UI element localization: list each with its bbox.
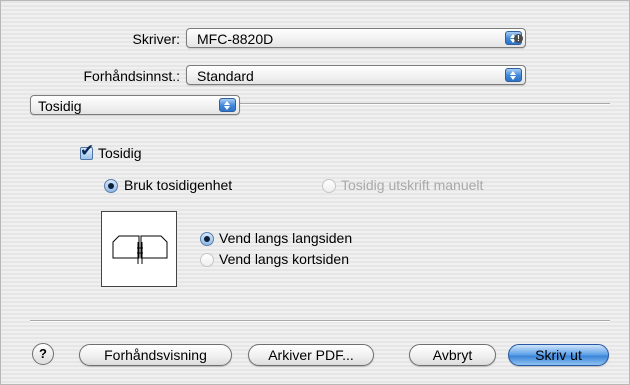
popup-arrows-icon [505,68,522,82]
panel-popup[interactable]: Tosidig [30,95,240,115]
printer-label: Skriver: [132,31,180,47]
print-button[interactable]: Skriv ut [508,344,609,366]
help-button[interactable]: ? [32,343,54,365]
separator-top [240,103,610,105]
use-duplex-unit-label: Bruk tosidigenhet [124,177,233,193]
presets-value: Standard [197,68,254,84]
separator-bottom [30,320,610,322]
checkmark-icon: ✔ [80,141,95,160]
cancel-button[interactable]: Avbryt [409,344,496,366]
printer-value: MFC-8820D [197,31,274,47]
duplex-checkbox[interactable]: ✔ [80,142,94,160]
short-edge-label: Vend langs kortsiden [219,251,349,267]
radio-manual-duplex[interactable] [322,179,336,193]
save-pdf-button[interactable]: Arkiver PDF... [248,344,374,366]
duplex-preview [101,211,177,287]
radio-short-edge[interactable] [200,253,214,267]
duplex-checkbox-label: Tosidig [98,145,142,161]
printer-status-icon[interactable]: ! [514,34,523,43]
presets-popup[interactable]: Standard [186,65,526,85]
popup-arrows-icon [219,98,236,112]
long-edge-label: Vend langs langsiden [219,230,353,246]
preview-button[interactable]: Forhåndsvisning [79,344,232,366]
radio-use-duplex-unit[interactable] [104,179,118,193]
presets-label: Forhåndsinnst.: [83,68,181,84]
printer-popup[interactable]: MFC-8820D [186,28,526,48]
book-binding-icon [112,235,168,264]
radio-long-edge[interactable] [200,232,214,246]
manual-duplex-label: Tosidig utskrift manuelt [341,177,484,193]
dialog-border [0,0,630,385]
panel-value: Tosidig [38,98,82,114]
